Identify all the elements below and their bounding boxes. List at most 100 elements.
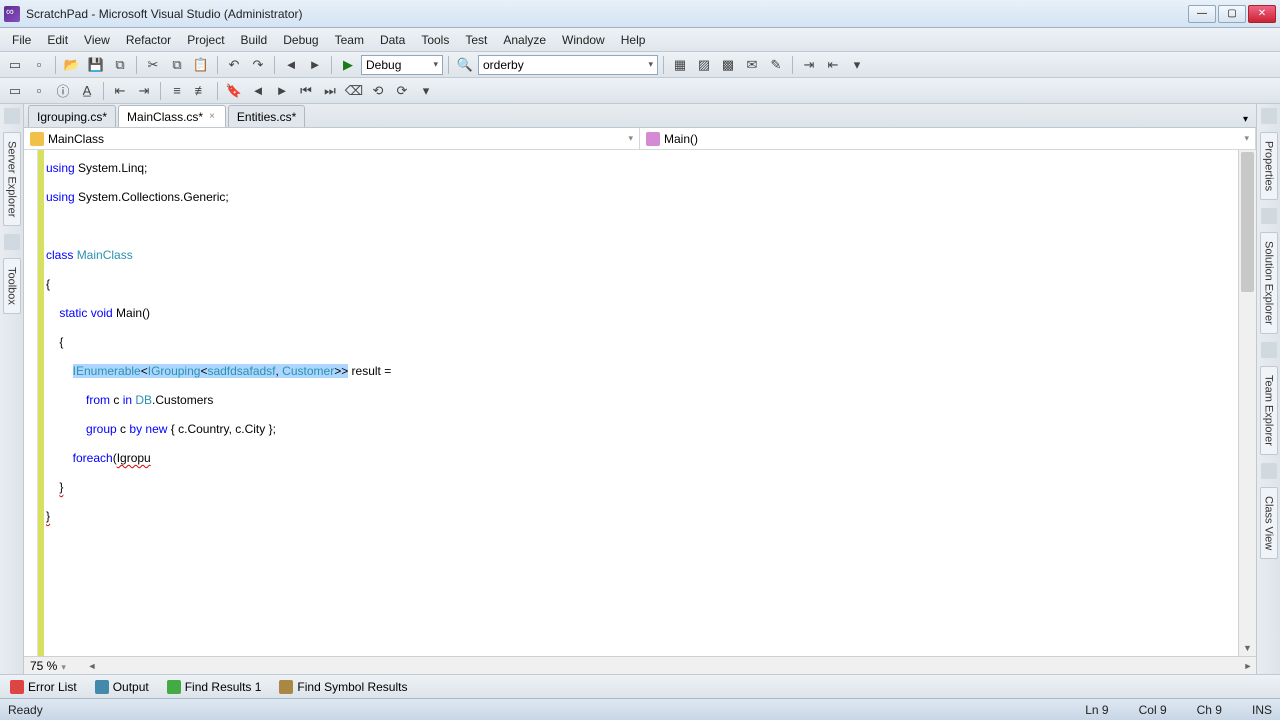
menu-project[interactable]: Project [179,30,232,50]
toolbar-btn-g[interactable]: ⇤ [822,54,844,76]
bookmark-prev-doc-icon[interactable]: ⏮ [295,80,317,102]
vs-logo-icon [4,6,20,22]
toolbar-btn-a[interactable]: ▦ [669,54,691,76]
code-editor[interactable]: using System.Linq;using System.Collectio… [44,150,1238,656]
outline-margin[interactable] [24,150,38,656]
horizontal-scrollbar[interactable]: ◄ ► [84,659,1256,673]
class-dropdown-label: MainClass [48,132,104,146]
menu-window[interactable]: Window [554,30,613,50]
menu-file[interactable]: File [4,30,39,50]
bookmark-clear-icon[interactable]: ⌫ [343,80,365,102]
doc-tab-label: Entities.cs* [237,110,296,124]
undo-icon[interactable]: ↶ [223,54,245,76]
menu-debug[interactable]: Debug [275,30,326,50]
menu-edit[interactable]: Edit [39,30,76,50]
open-icon[interactable]: 📂 [61,54,83,76]
find-results-tab[interactable]: Find Results 1 [163,678,266,696]
solution-explorer-tab[interactable]: Solution Explorer [1260,232,1278,334]
class-dropdown[interactable]: MainClass [24,128,640,149]
add-item-icon[interactable]: ▫ [28,54,50,76]
bookmark-toggle-icon[interactable]: 🔖 [223,80,245,102]
save-all-icon[interactable]: ⧉ [109,54,131,76]
configuration-dropdown[interactable]: Debug [361,55,443,75]
menu-tools[interactable]: Tools [413,30,457,50]
output-tab[interactable]: Output [91,678,153,696]
class-view-tab[interactable]: Class View [1260,487,1278,559]
team-explorer-icon[interactable] [1261,342,1277,358]
menu-build[interactable]: Build [233,30,276,50]
bookmark-next-doc-icon[interactable]: ⏭ [319,80,341,102]
decrease-indent-icon[interactable]: ⇤ [109,80,131,102]
start-debug-icon[interactable]: ▶ [337,54,359,76]
team-explorer-tab[interactable]: Team Explorer [1260,366,1278,455]
maximize-button[interactable]: ▢ [1218,5,1246,23]
bookmark-next-icon[interactable]: ► [271,80,293,102]
doc-tab[interactable]: Entities.cs* [228,105,305,127]
toolbar-btn-d[interactable]: ✉ [741,54,763,76]
scroll-down-icon[interactable]: ▼ [1239,640,1256,656]
tab-overflow-button[interactable]: ▾ [1239,112,1252,127]
toolbar2-btn-b[interactable]: ⟳ [391,80,413,102]
toolbar-btn-b[interactable]: ▨ [693,54,715,76]
toolbox-tab[interactable]: Toolbox [3,258,21,314]
minimize-button[interactable]: — [1188,5,1216,23]
vertical-scrollbar[interactable]: ▲ ▼ [1238,150,1256,656]
menu-view[interactable]: View [76,30,118,50]
find-symbol-tab[interactable]: Find Symbol Results [275,678,411,696]
cut-icon[interactable]: ✂ [142,54,164,76]
separator [663,56,664,74]
toolbar-btn-f[interactable]: ⇥ [798,54,820,76]
nav-back-icon[interactable]: ◄ [280,54,302,76]
separator [792,56,793,74]
scroll-left-icon[interactable]: ◄ [84,659,100,673]
increase-indent-icon[interactable]: ⇥ [133,80,155,102]
copy-icon[interactable]: ⧉ [166,54,188,76]
nav-fwd-icon[interactable]: ► [304,54,326,76]
find-dropdown[interactable]: orderby [478,55,658,75]
toolbar2-btn-c[interactable]: ▾ [415,80,437,102]
toolbar2-btn-a[interactable]: ⟲ [367,80,389,102]
redo-icon[interactable]: ↷ [247,54,269,76]
solution-explorer-icon[interactable] [1261,208,1277,224]
display-param-icon[interactable]: ▫ [28,80,50,102]
close-button[interactable]: ✕ [1248,5,1276,23]
toolbar-btn-c[interactable]: ▩ [717,54,739,76]
display-word-icon[interactable]: A̲ [76,80,98,102]
properties-icon[interactable] [1261,108,1277,124]
new-project-icon[interactable]: ▭ [4,54,26,76]
menu-data[interactable]: Data [372,30,413,50]
toolbar-btn-e[interactable]: ✎ [765,54,787,76]
menu-test[interactable]: Test [457,30,495,50]
menu-refactor[interactable]: Refactor [118,30,179,50]
menu-analyze[interactable]: Analyze [495,30,554,50]
menu-help[interactable]: Help [613,30,654,50]
error-list-tab[interactable]: Error List [6,678,81,696]
toolbox-icon[interactable] [4,234,20,250]
window-title: ScratchPad - Microsoft Visual Studio (Ad… [26,7,1188,21]
configuration-value: Debug [366,58,401,72]
server-explorer-tab[interactable]: Server Explorer [3,132,21,226]
class-view-icon[interactable] [1261,463,1277,479]
toolbar-btn-h[interactable]: ▾ [846,54,868,76]
bookmark-prev-icon[interactable]: ◄ [247,80,269,102]
code-editor-wrap: using System.Linq;using System.Collectio… [24,150,1256,656]
zoom-dropdown[interactable]: 75 % [24,659,84,673]
doc-tab[interactable]: MainClass.cs*× [118,105,226,127]
save-icon[interactable]: 💾 [85,54,107,76]
display-quick-icon[interactable]: ⓘ [52,80,74,102]
find-symbol-label: Find Symbol Results [297,680,407,694]
member-dropdown[interactable]: Main() [640,128,1256,149]
server-explorer-icon[interactable] [4,108,20,124]
display-object-icon[interactable]: ▭ [4,80,26,102]
close-tab-icon[interactable]: × [207,111,217,122]
properties-tab[interactable]: Properties [1260,132,1278,200]
find-icon[interactable]: 🔍 [454,54,476,76]
scroll-right-icon[interactable]: ► [1240,659,1256,673]
doc-tab[interactable]: Igrouping.cs* [28,105,116,127]
scroll-thumb[interactable] [1241,152,1254,292]
error-list-label: Error List [28,680,77,694]
menu-team[interactable]: Team [327,30,372,50]
comment-icon[interactable]: ≡ [166,80,188,102]
paste-icon[interactable]: 📋 [190,54,212,76]
uncomment-icon[interactable]: ≢ [190,80,212,102]
